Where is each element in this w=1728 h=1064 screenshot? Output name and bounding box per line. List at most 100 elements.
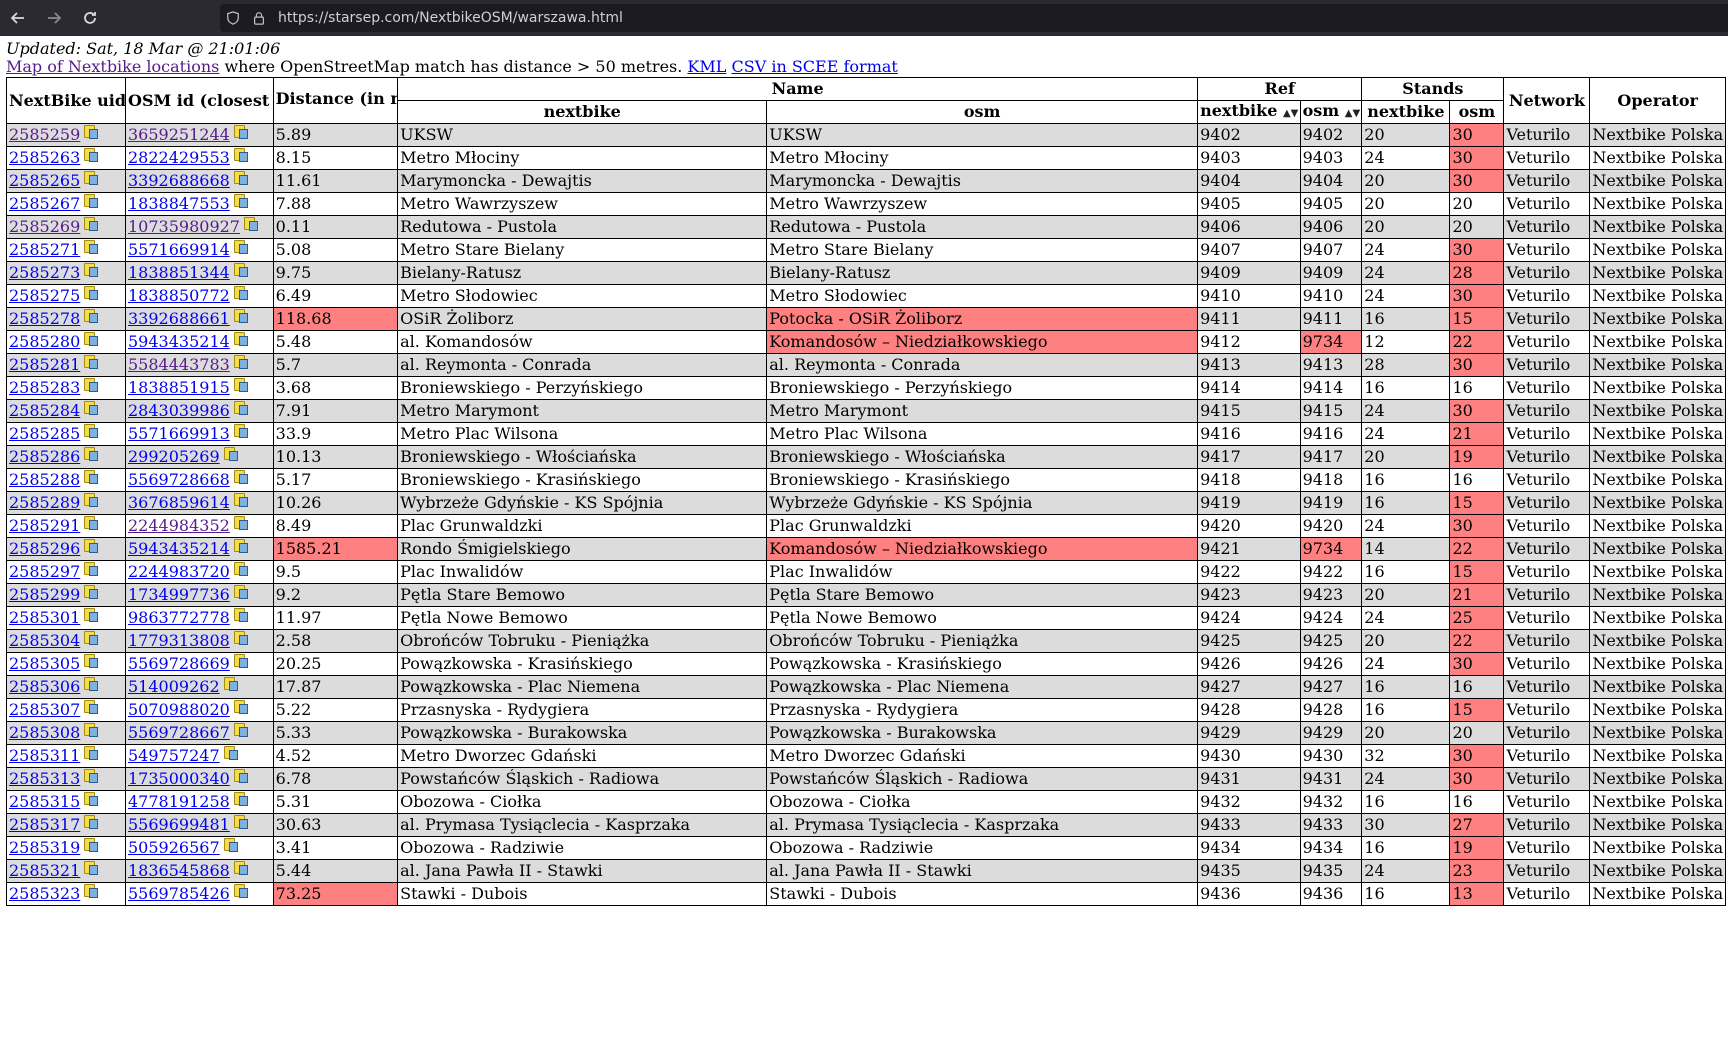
josm-edit-icon[interactable] [233, 654, 248, 668]
josm-edit-icon[interactable] [83, 677, 99, 691]
josm-edit-icon[interactable] [233, 815, 248, 829]
osm-id-link[interactable]: 1734997736 [128, 585, 230, 604]
osm-id-link[interactable]: 1838851915 [128, 378, 230, 397]
josm-edit-icon[interactable] [223, 746, 238, 760]
josm-edit-icon[interactable] [83, 700, 99, 714]
osm-id-link[interactable]: 299205269 [128, 447, 220, 466]
josm-edit-icon[interactable] [83, 286, 99, 300]
josm-edit-icon[interactable] [223, 677, 238, 691]
uid-link[interactable]: 2585285 [9, 424, 80, 443]
uid-link[interactable]: 2585267 [9, 194, 80, 213]
josm-edit-icon[interactable] [233, 700, 248, 714]
osm-id-link[interactable]: 5571669914 [128, 240, 230, 259]
uid-link[interactable]: 2585299 [9, 585, 80, 604]
uid-link[interactable]: 2585307 [9, 700, 80, 719]
josm-edit-icon[interactable] [233, 401, 248, 415]
josm-edit-icon[interactable] [233, 378, 248, 392]
uid-link[interactable]: 2585259 [9, 125, 80, 144]
josm-edit-icon[interactable] [233, 608, 248, 622]
osm-id-link[interactable]: 549757247 [128, 746, 220, 765]
josm-edit-icon[interactable] [233, 516, 248, 530]
header-stands-osm[interactable]: osm [1449, 100, 1505, 124]
uid-link[interactable]: 2585311 [9, 746, 80, 765]
josm-edit-icon[interactable] [83, 378, 99, 392]
osm-id-link[interactable]: 10735980927 [128, 217, 240, 236]
osm-id-link[interactable]: 2843039986 [128, 401, 230, 420]
uid-link[interactable]: 2585281 [9, 355, 80, 374]
osm-id-link[interactable]: 2244983720 [128, 562, 230, 581]
josm-edit-icon[interactable] [233, 470, 248, 484]
josm-edit-icon[interactable] [83, 516, 99, 530]
uid-link[interactable]: 2585323 [9, 884, 80, 903]
uid-link[interactable]: 2585284 [9, 401, 80, 420]
uid-link[interactable]: 2585265 [9, 171, 80, 190]
josm-edit-icon[interactable] [233, 424, 248, 438]
osm-id-link[interactable]: 2244984352 [128, 516, 230, 535]
josm-edit-icon[interactable] [233, 631, 248, 645]
osm-id-link[interactable]: 5584443783 [128, 355, 230, 374]
osm-id-link[interactable]: 1779313808 [128, 631, 230, 650]
osm-id-link[interactable]: 1838851344 [128, 263, 230, 282]
josm-edit-icon[interactable] [83, 148, 99, 162]
address-bar[interactable]: https://starsep.com/NextbikeOSM/warszawa… [220, 4, 1728, 32]
uid-link[interactable]: 2585308 [9, 723, 80, 742]
uid-link[interactable]: 2585271 [9, 240, 80, 259]
header-osm-id[interactable]: OSM id (closest match) [125, 77, 274, 124]
kml-link[interactable]: KML [687, 57, 726, 76]
josm-edit-icon[interactable] [233, 792, 248, 806]
uid-link[interactable]: 2585275 [9, 286, 80, 305]
josm-edit-icon[interactable] [83, 263, 99, 277]
uid-link[interactable]: 2585321 [9, 861, 80, 880]
josm-edit-icon[interactable] [233, 355, 248, 369]
uid-link[interactable]: 2585263 [9, 148, 80, 167]
josm-edit-icon[interactable] [233, 309, 248, 323]
osm-id-link[interactable]: 4778191258 [128, 792, 230, 811]
osm-id-link[interactable]: 5569728667 [128, 723, 230, 742]
osm-id-link[interactable]: 3659251244 [128, 125, 230, 144]
uid-link[interactable]: 2585317 [9, 815, 80, 834]
header-distance[interactable]: Distance (in meters) ▲▼ [272, 77, 399, 124]
uid-link[interactable]: 2585306 [9, 677, 80, 696]
josm-edit-icon[interactable] [83, 470, 99, 484]
josm-edit-icon[interactable] [83, 884, 99, 898]
uid-link[interactable]: 2585313 [9, 769, 80, 788]
uid-link[interactable]: 2585278 [9, 309, 80, 328]
josm-edit-icon[interactable] [223, 838, 238, 852]
osm-id-link[interactable]: 3392688668 [128, 171, 230, 190]
uid-link[interactable]: 2585319 [9, 838, 80, 857]
josm-edit-icon[interactable] [83, 838, 99, 852]
josm-edit-icon[interactable] [83, 585, 99, 599]
header-ref-osm[interactable]: osm ▲▼ [1299, 100, 1363, 124]
osm-id-link[interactable]: 5943435214 [128, 539, 230, 558]
osm-id-link[interactable]: 2822429553 [128, 148, 230, 167]
josm-edit-icon[interactable] [83, 723, 99, 737]
uid-link[interactable]: 2585273 [9, 263, 80, 282]
header-ref-nextbike[interactable]: nextbike ▲▼ [1197, 100, 1301, 124]
josm-edit-icon[interactable] [83, 608, 99, 622]
reload-button[interactable] [72, 0, 108, 36]
osm-id-link[interactable]: 1838847553 [128, 194, 230, 213]
uid-link[interactable]: 2585286 [9, 447, 80, 466]
uid-link[interactable]: 2585291 [9, 516, 80, 535]
josm-edit-icon[interactable] [233, 240, 248, 254]
josm-edit-icon[interactable] [83, 332, 99, 346]
lock-icon[interactable] [246, 4, 272, 32]
josm-edit-icon[interactable] [233, 539, 248, 553]
josm-edit-icon[interactable] [83, 815, 99, 829]
uid-link[interactable]: 2585297 [9, 562, 80, 581]
josm-edit-icon[interactable] [233, 493, 248, 507]
josm-edit-icon[interactable] [83, 447, 99, 461]
josm-edit-icon[interactable] [233, 769, 248, 783]
header-stands-nextbike[interactable]: nextbike [1361, 100, 1451, 124]
josm-edit-icon[interactable] [233, 171, 248, 185]
josm-edit-icon[interactable] [83, 194, 99, 208]
josm-edit-icon[interactable] [233, 332, 248, 346]
osm-id-link[interactable]: 3392688661 [128, 309, 230, 328]
osm-id-link[interactable]: 5943435214 [128, 332, 230, 351]
josm-edit-icon[interactable] [83, 171, 99, 185]
osm-id-link[interactable]: 5571669913 [128, 424, 230, 443]
josm-edit-icon[interactable] [243, 217, 258, 231]
josm-edit-icon[interactable] [83, 240, 99, 254]
josm-edit-icon[interactable] [83, 861, 99, 875]
header-name-nextbike[interactable]: nextbike [397, 100, 768, 124]
